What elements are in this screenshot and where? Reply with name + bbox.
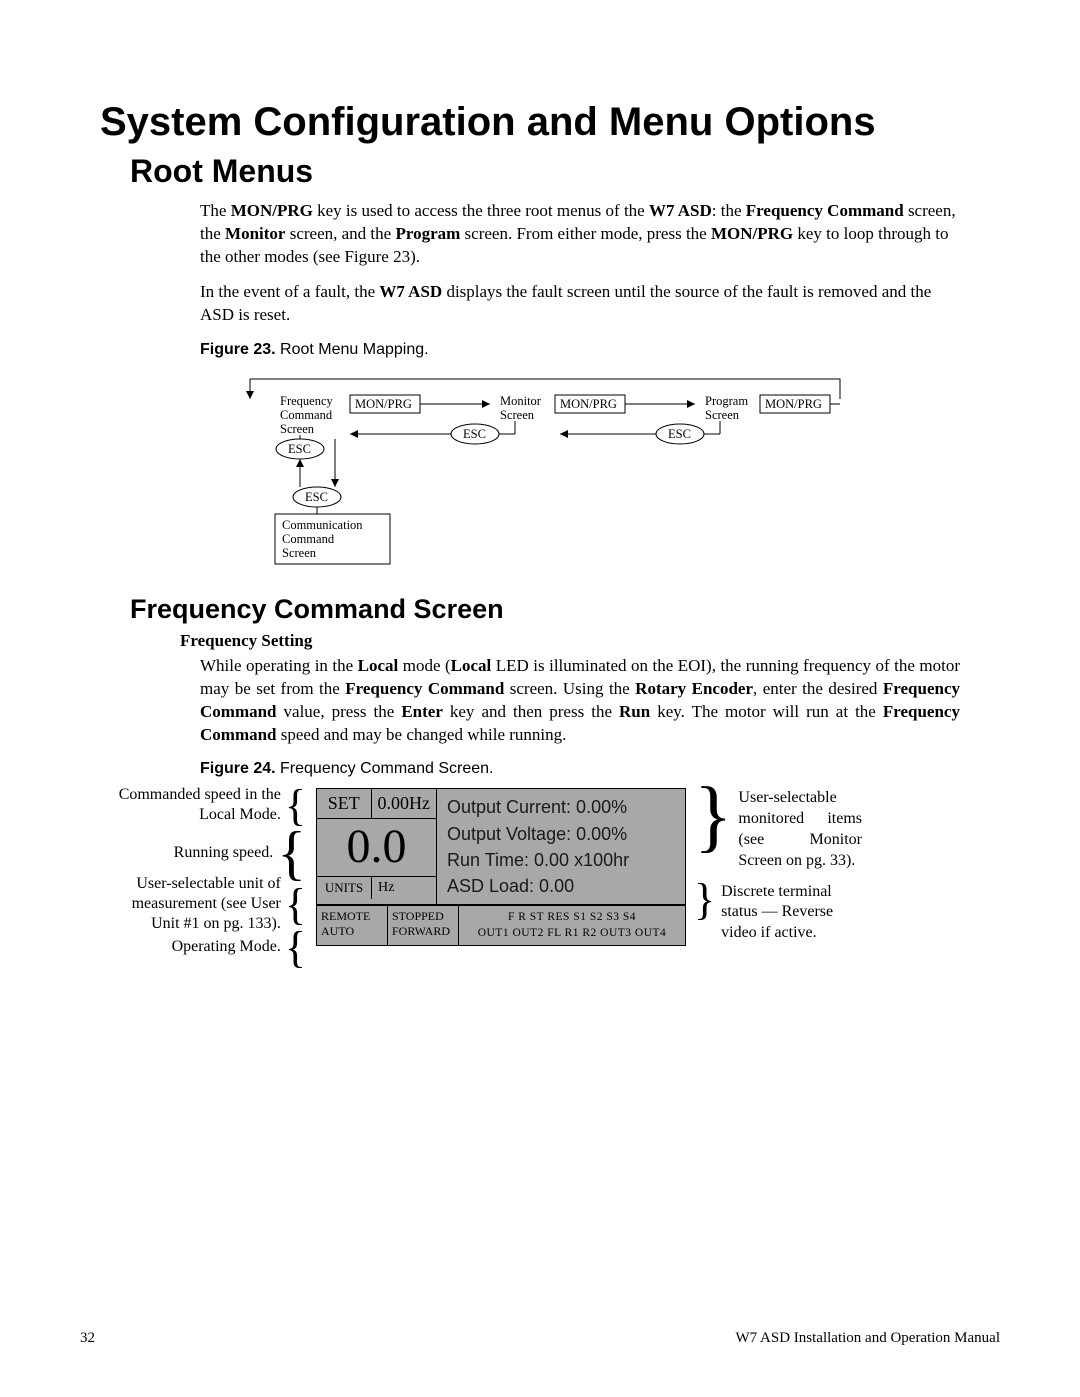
callout-operating-mode: Operating Mode. bbox=[172, 937, 281, 957]
diagram-comm-label2: Command bbox=[282, 532, 335, 546]
figure-24-caption: Figure 24. Frequency Command Screen. bbox=[200, 760, 1000, 778]
text: : the bbox=[712, 201, 746, 220]
diagram-esc-4: ESC bbox=[305, 490, 328, 504]
text: W7 ASD bbox=[379, 282, 442, 301]
diagram-monprg-2: MON/PRG bbox=[560, 397, 617, 411]
text: mode ( bbox=[398, 656, 450, 675]
text: Frequency Command bbox=[345, 679, 504, 698]
left-callouts: Commanded speed in the Local Mode.{ Runn… bbox=[110, 788, 310, 970]
page-title: System Configuration and Menu Options bbox=[100, 100, 1000, 145]
diagram-monprg-3: MON/PRG bbox=[765, 397, 822, 411]
callout-running-speed: Running speed. bbox=[174, 843, 274, 863]
monitor-output-voltage: Output Voltage: 0.00% bbox=[447, 821, 675, 847]
text: screen. From either mode, press the bbox=[460, 224, 711, 243]
monitor-run-time: Run Time: 0.00 x100hr bbox=[447, 847, 675, 873]
text: MON/PRG bbox=[711, 224, 793, 243]
callout-discrete-terminal: Discrete terminal status — Reverse video… bbox=[721, 882, 862, 944]
set-label: SET bbox=[317, 789, 372, 818]
text: key. The motor will run at the bbox=[650, 702, 883, 721]
diagram-freq-label2: Command bbox=[280, 408, 333, 422]
root-menus-para2: In the event of a fault, the W7 ASD disp… bbox=[200, 281, 960, 327]
diagram-esc-3: ESC bbox=[668, 427, 691, 441]
root-menus-para1: The MON/PRG key is used to access the th… bbox=[200, 200, 960, 269]
text: key and then press the bbox=[443, 702, 619, 721]
text: value, press the bbox=[277, 702, 402, 721]
diagram-program-label1: Program bbox=[705, 394, 748, 408]
units-label: UNITS bbox=[317, 877, 372, 899]
figure-24-diagram: Commanded speed in the Local Mode.{ Runn… bbox=[110, 788, 960, 970]
text: screen. Using the bbox=[504, 679, 635, 698]
units-value: Hz bbox=[372, 877, 436, 899]
diagram-comm-label3: Screen bbox=[282, 546, 317, 560]
callout-monitored-items: User-selectable monitored items (see Mon… bbox=[738, 788, 862, 871]
text: Monitor bbox=[225, 224, 285, 243]
text: W7 ASD bbox=[649, 201, 712, 220]
text: screen, and the bbox=[285, 224, 395, 243]
figure-caption-text: Root Menu Mapping. bbox=[276, 341, 429, 358]
section-root-menus-heading: Root Menus bbox=[130, 153, 1000, 190]
text: MON/PRG bbox=[231, 201, 313, 220]
freq-setting-heading: Frequency Setting bbox=[180, 631, 1000, 651]
screen-left-panel: SET 0.00Hz 0.0 UNITS Hz bbox=[317, 789, 437, 903]
running-speed-value: 0.0 bbox=[317, 819, 436, 876]
monitor-asd-load: ASD Load: 0.00 bbox=[447, 873, 675, 899]
text: The bbox=[200, 201, 231, 220]
diagram-monprg-1: MON/PRG bbox=[355, 397, 412, 411]
mode-col-2: STOPPED FORWARD bbox=[388, 906, 459, 945]
section-freq-cmd-heading: Frequency Command Screen bbox=[130, 594, 1000, 625]
lcd-screen: SET 0.00Hz 0.0 UNITS Hz Output Current: … bbox=[316, 788, 686, 946]
figure-23-caption: Figure 23. Root Menu Mapping. bbox=[200, 341, 1000, 359]
text: Local bbox=[451, 656, 492, 675]
mode-auto: AUTO bbox=[321, 924, 383, 940]
mode-col-1: REMOTE AUTO bbox=[317, 906, 388, 945]
text: Run bbox=[619, 702, 650, 721]
text: Local bbox=[358, 656, 399, 675]
terminal-status: F R ST RES S1 S2 S3 S4 OUT1 OUT2 FL R1 R… bbox=[459, 906, 685, 945]
diagram-monitor-label1: Monitor bbox=[500, 394, 542, 408]
doc-title: W7 ASD Installation and Operation Manual bbox=[735, 1330, 1000, 1347]
text: While operating in the bbox=[200, 656, 358, 675]
text: speed and may be changed while running. bbox=[277, 725, 567, 744]
freq-setting-para: While operating in the Local mode (Local… bbox=[200, 655, 960, 747]
page-footer: 32 W7 ASD Installation and Operation Man… bbox=[80, 1330, 1000, 1347]
text: Enter bbox=[401, 702, 443, 721]
mode-stopped: STOPPED bbox=[392, 909, 454, 925]
figure-label: Figure 24. bbox=[200, 760, 276, 777]
text: key is used to access the three root men… bbox=[313, 201, 649, 220]
diagram-program-label2: Screen bbox=[705, 408, 740, 422]
text: In the event of a fault, the bbox=[200, 282, 379, 301]
figure-caption-text: Frequency Command Screen. bbox=[276, 760, 494, 777]
page-number: 32 bbox=[80, 1330, 95, 1347]
diagram-esc-2: ESC bbox=[463, 427, 486, 441]
set-value: 0.00Hz bbox=[372, 789, 437, 818]
diagram-comm-label1: Communication bbox=[282, 518, 363, 532]
screen-monitor-panel: Output Current: 0.00% Output Voltage: 0.… bbox=[437, 789, 685, 903]
figure-label: Figure 23. bbox=[200, 341, 276, 358]
terminal-row-1: F R ST RES S1 S2 S3 S4 bbox=[465, 909, 679, 926]
terminal-row-2: OUT1 OUT2 FL R1 R2 OUT3 OUT4 bbox=[465, 925, 679, 942]
text: , enter the desired bbox=[753, 679, 883, 698]
text: Rotary Encoder bbox=[635, 679, 753, 698]
text: Frequency Command bbox=[746, 201, 904, 220]
callout-user-unit: User-selectable unit of measurement (see… bbox=[110, 874, 281, 934]
diagram-esc-1: ESC bbox=[288, 442, 311, 456]
callout-commanded-speed: Commanded speed in the Local Mode. bbox=[110, 785, 281, 825]
monitor-output-current: Output Current: 0.00% bbox=[447, 794, 675, 820]
diagram-freq-label3: Screen bbox=[280, 422, 315, 436]
text: Program bbox=[395, 224, 460, 243]
figure-23-diagram: Frequency Command Screen MON/PRG Monitor… bbox=[200, 369, 960, 569]
diagram-monitor-label2: Screen bbox=[500, 408, 535, 422]
diagram-freq-label1: Frequency bbox=[280, 394, 334, 408]
mode-remote: REMOTE bbox=[321, 909, 383, 925]
mode-forward: FORWARD bbox=[392, 924, 454, 940]
right-callouts: } User-selectable monitored items (see M… bbox=[692, 788, 862, 954]
